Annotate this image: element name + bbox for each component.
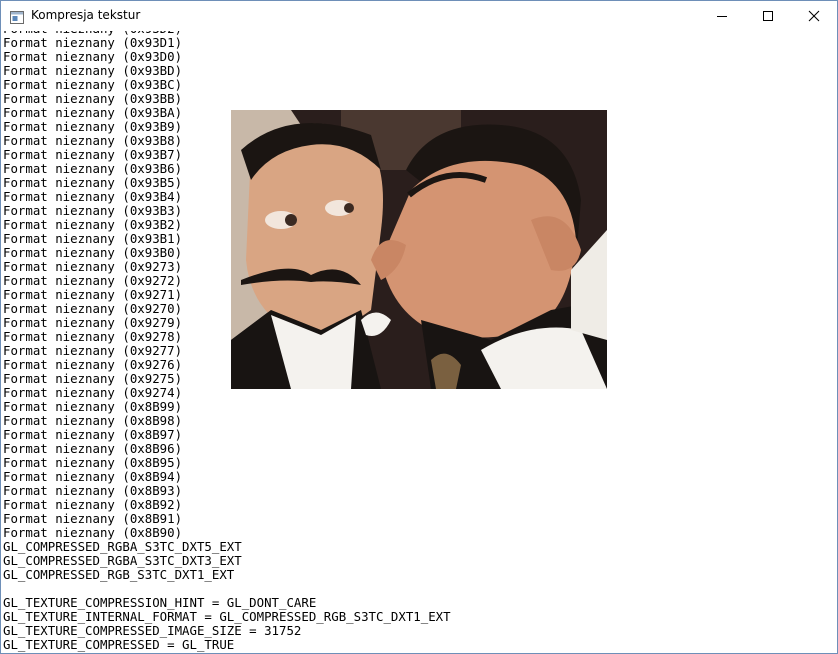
console-line: GL_TEXTURE_COMPRESSED = GL_TRUE bbox=[3, 637, 235, 652]
console-line: Format nieznany (0x8B90) bbox=[3, 525, 183, 540]
console-line: Format nieznany (0x93D1) bbox=[3, 35, 183, 50]
close-icon bbox=[808, 7, 820, 26]
console-line: GL_TEXTURE_INTERNAL_FORMAT = GL_COMPRESS… bbox=[3, 609, 451, 624]
console-line: Format nieznany (0x93BC) bbox=[3, 77, 183, 92]
minimize-icon bbox=[716, 7, 728, 26]
console-line: Format nieznany (0x8B93) bbox=[3, 483, 183, 498]
console-line: Format nieznany (0x93BB) bbox=[3, 91, 183, 106]
title-bar[interactable]: Kompresja tekstur bbox=[1, 1, 837, 31]
texture-image bbox=[231, 110, 607, 389]
minimize-button[interactable] bbox=[699, 1, 745, 31]
maximize-icon bbox=[762, 7, 774, 26]
console-line: GL_TEXTURE_COMPRESSED_IMAGE_SIZE = 31752 bbox=[3, 623, 302, 638]
app-window: Kompresja tekstur Format nieznany (0x93D… bbox=[0, 0, 838, 654]
console-line: GL_COMPRESSED_RGB_S3TC_DXT1_EXT bbox=[3, 567, 235, 582]
console-line: GL_COMPRESSED_RGBA_S3TC_DXT3_EXT bbox=[3, 553, 242, 568]
console-line: Format nieznany (0x8B98) bbox=[3, 413, 183, 428]
console-line: Format nieznany (0x8B96) bbox=[3, 441, 183, 456]
close-button[interactable] bbox=[791, 1, 837, 31]
console-line: Format nieznany (0x8B92) bbox=[3, 497, 183, 512]
maximize-button[interactable] bbox=[745, 1, 791, 31]
console-line: Format nieznany (0x8B91) bbox=[3, 511, 183, 526]
console-line: Format nieznany (0x8B97) bbox=[3, 427, 183, 442]
console-line: GL_COMPRESSED_RGBA_S3TC_DXT5_EXT bbox=[3, 539, 242, 554]
console-line: Format nieznany (0x93BD) bbox=[3, 63, 183, 78]
console-line: Format nieznany (0x8B95) bbox=[3, 455, 183, 470]
console-line: Format nieznany (0x8B99) bbox=[3, 399, 183, 414]
window-title: Kompresja tekstur bbox=[31, 8, 141, 22]
window-app-icon[interactable] bbox=[10, 9, 24, 24]
console-line: Format nieznany (0x93D0) bbox=[3, 49, 183, 64]
client-area: Format nieznany (0x93D2)Format nieznany … bbox=[1, 31, 837, 653]
console-line: Format nieznany (0x8B94) bbox=[3, 469, 183, 484]
console-line: GL_TEXTURE_COMPRESSION_HINT = GL_DONT_CA… bbox=[3, 595, 317, 610]
